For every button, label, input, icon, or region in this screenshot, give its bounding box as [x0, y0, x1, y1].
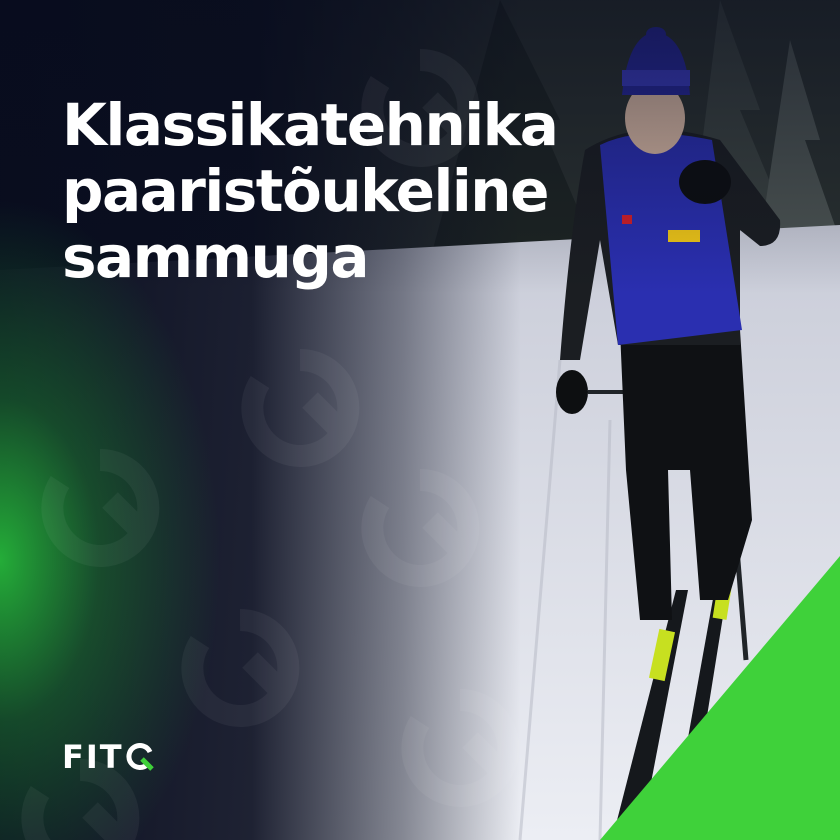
- headline-line-2: paaristõukeline: [62, 157, 549, 225]
- logo-text: FIT: [62, 738, 124, 776]
- headline-line-3: sammuga: [62, 223, 369, 291]
- q-letter-icon: [126, 743, 154, 771]
- promo-card: Klassikatehnika paaristõukeline sammuga …: [0, 0, 840, 840]
- headline-line-1: Klassikatehnika: [62, 91, 559, 159]
- fitq-logo: FIT: [62, 738, 156, 776]
- headline: Klassikatehnika paaristõukeline sammuga: [62, 91, 559, 291]
